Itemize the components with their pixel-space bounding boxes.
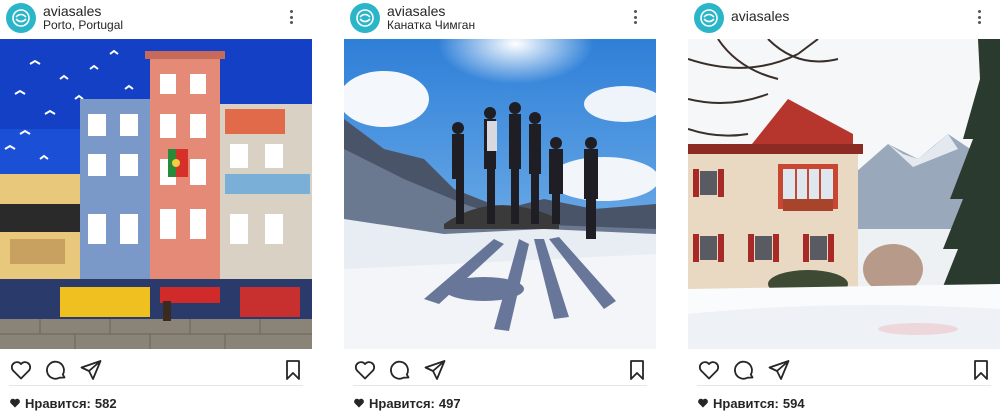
post-header: aviasales <box>688 0 1000 38</box>
likes-count[interactable]: Нравится: 497 <box>353 394 461 412</box>
post-card: aviasales Нравится: 594 <box>688 0 1000 415</box>
comment-icon[interactable] <box>388 358 412 382</box>
post-header: aviasales Porto, Portugal <box>0 0 312 38</box>
more-options-icon[interactable] <box>631 8 639 26</box>
heart-filled-icon <box>354 398 364 408</box>
post-username[interactable]: aviasales <box>731 9 789 24</box>
likes-label: Нравится: <box>369 395 435 411</box>
likes-label: Нравится: <box>25 395 91 411</box>
divider <box>9 385 303 386</box>
heart-icon[interactable] <box>697 358 721 382</box>
bookmark-icon[interactable] <box>281 358 305 382</box>
post-photo[interactable] <box>0 39 312 349</box>
heart-filled-icon <box>698 398 708 408</box>
post-actions <box>0 354 312 384</box>
bookmark-icon[interactable] <box>625 358 649 382</box>
comment-icon[interactable] <box>44 358 68 382</box>
post-card: aviasales Porto, Portugal Нравится: 582 <box>0 0 312 415</box>
post-actions <box>688 354 1000 384</box>
heart-icon[interactable] <box>9 358 33 382</box>
heart-filled-icon <box>10 398 20 408</box>
likes-label: Нравится: <box>713 395 779 411</box>
post-location[interactable]: Канатка Чимган <box>387 19 475 32</box>
comment-icon[interactable] <box>732 358 756 382</box>
post-photo[interactable] <box>688 39 1000 349</box>
post-location[interactable]: Porto, Portugal <box>43 19 123 32</box>
aviasales-logo-icon[interactable] <box>6 3 36 33</box>
share-icon[interactable] <box>79 358 103 382</box>
divider <box>353 385 647 386</box>
more-options-icon[interactable] <box>287 8 295 26</box>
post-username[interactable]: aviasales <box>43 4 101 19</box>
likes-number: 582 <box>94 395 117 411</box>
bookmark-icon[interactable] <box>969 358 993 382</box>
post-header: aviasales Канатка Чимган <box>344 0 656 38</box>
more-options-icon[interactable] <box>975 8 983 26</box>
post-card: aviasales Канатка Чимган Нравится: 497 <box>344 0 656 415</box>
likes-number: 497 <box>438 395 461 411</box>
share-icon[interactable] <box>767 358 791 382</box>
post-photo[interactable] <box>344 39 656 349</box>
aviasales-logo-icon[interactable] <box>694 3 724 33</box>
likes-count[interactable]: Нравится: 594 <box>697 394 805 412</box>
likes-count[interactable]: Нравится: 582 <box>9 394 117 412</box>
post-actions <box>344 354 656 384</box>
post-username[interactable]: aviasales <box>387 4 445 19</box>
divider <box>697 385 991 386</box>
likes-number: 594 <box>782 395 805 411</box>
heart-icon[interactable] <box>353 358 377 382</box>
aviasales-logo-icon[interactable] <box>350 3 380 33</box>
share-icon[interactable] <box>423 358 447 382</box>
